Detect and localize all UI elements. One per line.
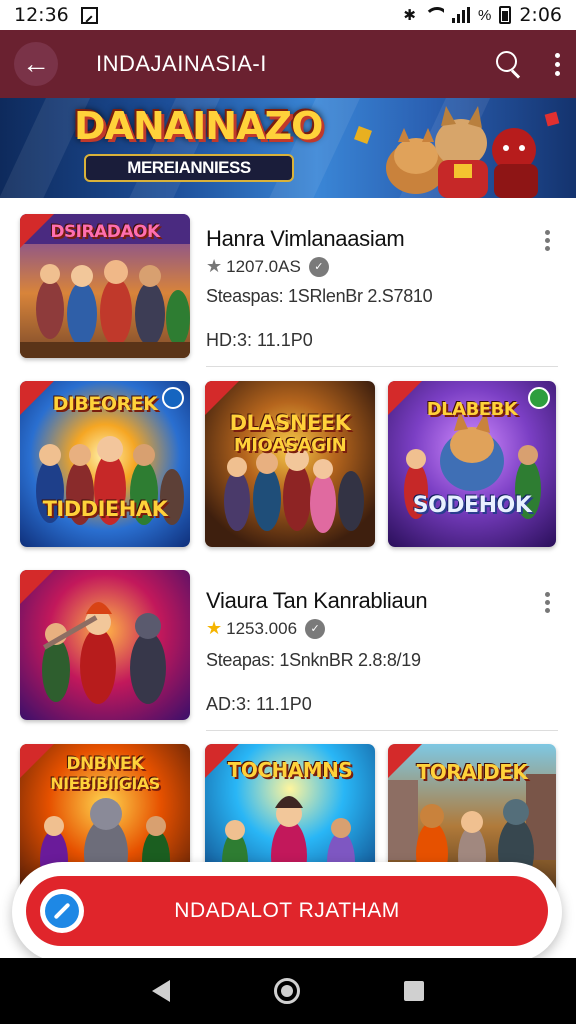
promo-banner[interactable]: DANAINAZO MEREIANNIESS (0, 98, 576, 198)
page-title: INDAJAINASIA-I (96, 51, 267, 76)
status-bar: 12:36 ✱ % 2:06 (0, 0, 576, 30)
game-meta: AD:3: 11.1P0 (206, 694, 312, 714)
divider (206, 730, 558, 731)
nav-recent-apps-icon[interactable] (404, 981, 424, 1001)
divider (206, 366, 558, 367)
app-screen: 12:36 ✱ % 2:06 ← INDAJAINASIA-I DANAINAZ… (0, 0, 576, 1024)
status-time-right: 2:06 (519, 4, 562, 26)
thumbnail-label-bottom: NIEBIBIIGIAS (50, 774, 160, 793)
banner-title: DANAINAZO (74, 104, 323, 148)
game-art (224, 447, 364, 533)
nav-back-icon[interactable] (152, 980, 170, 1002)
arrow-left-icon: ← (22, 48, 50, 79)
thumbnail-label-top: DLASNEEK (229, 411, 351, 435)
compass-icon (40, 889, 84, 933)
notification-icon (80, 6, 98, 24)
rating-value: 1253.006 (226, 618, 298, 638)
search-icon[interactable] (496, 51, 522, 77)
thumbnail-label-bottom: SODEHOK (412, 493, 532, 518)
game-thumbnail[interactable]: DLABEBK SODEHOK (388, 381, 556, 547)
status-indicators: ✱ % 2:06 (403, 4, 562, 26)
signal-icon (451, 7, 470, 23)
game-thumbnail[interactable]: DIBEOREK TIDDIEHAK (20, 381, 190, 547)
game-meta: HD:3: 11.1P0 (206, 330, 313, 350)
bluetooth-icon: ✱ (403, 7, 416, 24)
more-vertical-icon[interactable] (552, 52, 562, 76)
thumbnail-label-top: TORAIDEK (416, 760, 528, 784)
thumbnail-label-top: DIBEOREK (52, 393, 158, 415)
system-nav-bar (0, 958, 576, 1024)
status-time: 12:36 (14, 4, 69, 26)
game-rating: ★ 1253.006 ✓ (206, 618, 326, 639)
download-bar: NDADALOT RJATHAM (12, 862, 562, 962)
download-button-label: NDADALOT RJATHAM (174, 899, 400, 922)
game-thumbnail[interactable]: DSIRADAOK (20, 214, 190, 358)
thumbnail-label-bottom: TIDDIEHAK (42, 497, 168, 521)
game-title[interactable]: Viaura Tan Kanrabliaun (206, 588, 428, 614)
download-button[interactable]: NDADALOT RJATHAM (26, 876, 548, 946)
banner-subtitle: MEREIANNIESS (84, 154, 294, 182)
game-title[interactable]: Hanra Vimlanaasiam (206, 226, 405, 252)
battery-icon (499, 6, 512, 24)
game-rating: ★ 1207.0AS ✓ (206, 256, 329, 277)
thumbnail-label-top: DNBNEK (66, 754, 144, 774)
star-icon: ★ (206, 256, 223, 276)
more-vertical-icon[interactable] (545, 592, 550, 613)
shield-icon: ✓ (308, 256, 329, 277)
nav-home-icon[interactable] (274, 978, 300, 1004)
game-list: DSIRADAOK Hanra Vimlanaasiam ★ 1207.0AS … (0, 198, 576, 958)
star-icon: ★ (206, 618, 223, 638)
wifi-icon (424, 7, 444, 23)
game-stats: Steaspas: 1SRlenBr 2.S7810 (206, 286, 433, 306)
game-stats: Steapas: 1SnknBR 2.8:8/19 (206, 650, 421, 670)
banner-characters-image (354, 106, 560, 198)
game-thumbnail[interactable] (20, 570, 190, 720)
back-button[interactable]: ← (14, 42, 58, 86)
thumbnail-label-top: DLABEBK (426, 399, 518, 420)
app-bar-actions (496, 51, 562, 77)
thumbnail-label-bottom: MIOASAGIN (233, 435, 347, 456)
more-vertical-icon[interactable] (545, 230, 550, 251)
thumbnail-label-top: TOCHAMNS (227, 758, 353, 782)
thumbnail-label: DSIRADAOK (50, 222, 160, 242)
rating-value: 1207.0AS (226, 256, 301, 276)
shield-icon: ✓ (305, 618, 326, 639)
app-bar: ← INDAJAINASIA-I (0, 30, 576, 98)
game-thumbnail[interactable]: DLASNEEK MIOASAGIN (205, 381, 375, 547)
game-art (42, 602, 166, 704)
battery-percent: % (477, 6, 492, 24)
